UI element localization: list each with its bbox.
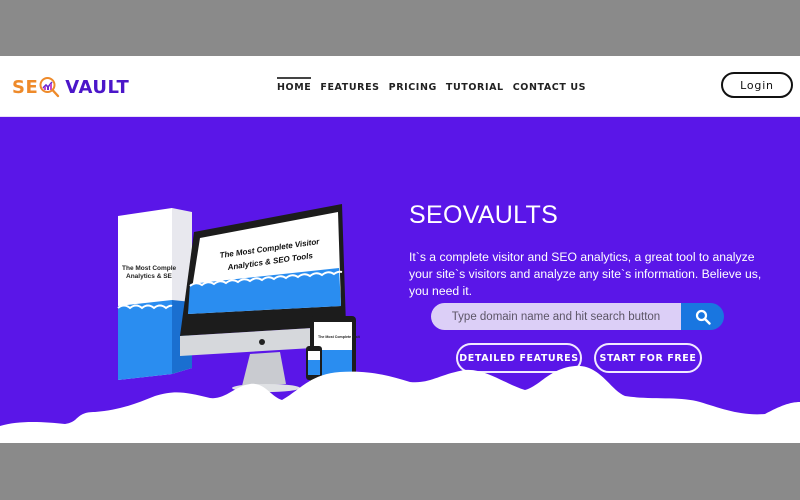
logo-text-seo: SE bbox=[12, 76, 39, 98]
hero-title: SEOVAULTS bbox=[409, 201, 559, 229]
svg-text:Analytics & SE: Analytics & SE bbox=[126, 273, 173, 280]
search-icon bbox=[695, 309, 711, 325]
svg-text:The Most Comple: The Most Comple bbox=[122, 265, 177, 272]
domain-search-input[interactable] bbox=[431, 303, 681, 330]
logo[interactable]: SE VAULT bbox=[12, 74, 129, 100]
wave-decoration bbox=[0, 365, 800, 443]
svg-text:The Most Complete Visitor: The Most Complete Visitor bbox=[318, 335, 360, 339]
search-button[interactable] bbox=[681, 303, 724, 330]
nav-pricing[interactable]: PRICING bbox=[389, 80, 437, 93]
main-nav: HOME FEATURES PRICING TUTORIAL CONTACT U… bbox=[277, 77, 586, 93]
logo-text-vault: VAULT bbox=[65, 76, 130, 98]
site-header: SE VAULT HOME FEATURES PRICING TUTORIAL … bbox=[0, 56, 800, 117]
nav-home[interactable]: HOME bbox=[277, 77, 312, 93]
domain-search bbox=[431, 303, 724, 330]
page: SE VAULT HOME FEATURES PRICING TUTORIAL … bbox=[0, 56, 800, 443]
nav-contact-us[interactable]: CONTACT US bbox=[513, 80, 586, 93]
nav-features[interactable]: FEATURES bbox=[320, 80, 379, 93]
hero-description: It`s a complete visitor and SEO analytic… bbox=[409, 250, 762, 298]
magnifier-chart-icon bbox=[39, 77, 60, 98]
nav-tutorial[interactable]: TUTORIAL bbox=[446, 80, 504, 93]
login-button[interactable]: Login bbox=[721, 72, 793, 98]
